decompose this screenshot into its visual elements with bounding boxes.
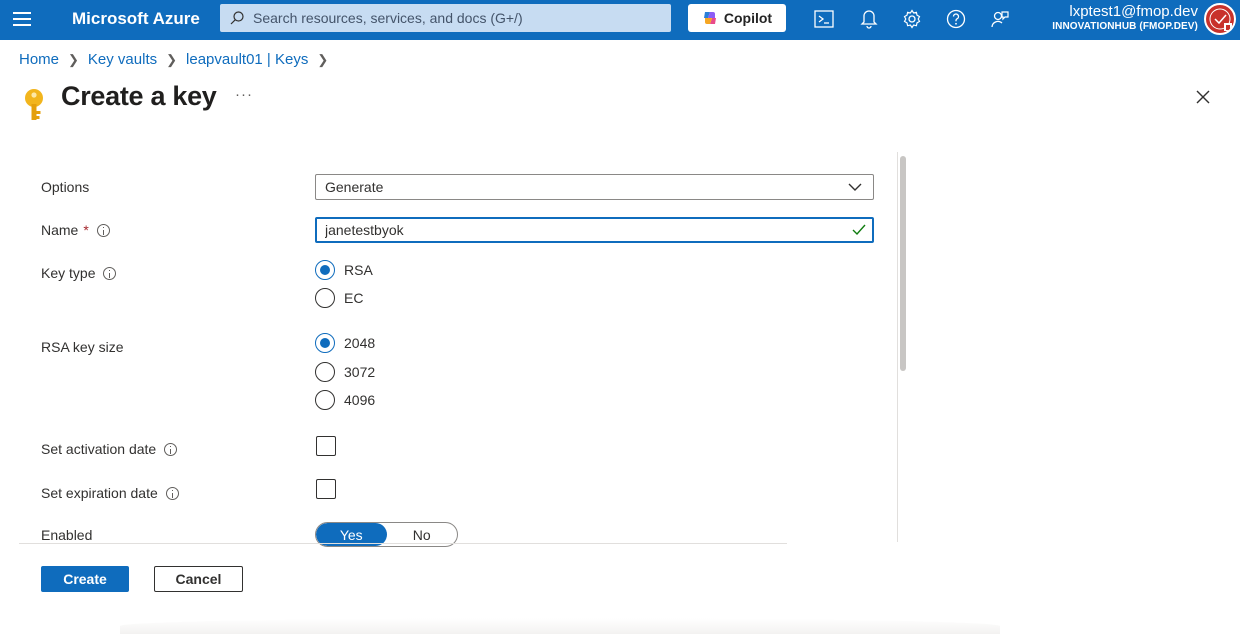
- avatar[interactable]: [1204, 3, 1236, 35]
- chevron-right-icon: ❯: [166, 51, 178, 67]
- search-input[interactable]: [253, 10, 663, 26]
- options-dropdown-value: Generate: [325, 179, 384, 195]
- radio-button[interactable]: [315, 390, 335, 410]
- info-icon[interactable]: [96, 223, 110, 237]
- hamburger-icon[interactable]: [13, 12, 33, 28]
- user-email: lxptest1@fmop.dev: [1069, 3, 1198, 20]
- breadcrumb: Home ❯ Key vaults ❯ leapvault01 | Keys ❯: [19, 51, 337, 68]
- page-title: Create a key: [61, 81, 217, 111]
- more-options-icon[interactable]: ···: [235, 86, 253, 103]
- expiration-date-label: Set expiration date: [41, 485, 179, 501]
- breadcrumb-home[interactable]: Home: [19, 51, 59, 68]
- activation-date-label: Set activation date: [41, 441, 178, 457]
- help-icon[interactable]: [945, 8, 967, 30]
- rsa-key-size-radio-4096[interactable]: 4096: [315, 390, 375, 410]
- options-dropdown[interactable]: Generate: [315, 174, 874, 200]
- rsa-key-size-radio-2048[interactable]: 2048: [315, 333, 375, 353]
- enabled-label: Enabled: [41, 527, 93, 543]
- info-icon[interactable]: [103, 266, 117, 280]
- expiration-date-checkbox[interactable]: [316, 479, 336, 499]
- name-label: Name *: [41, 222, 110, 238]
- required-asterisk: *: [83, 222, 89, 238]
- key-type-radio-ec[interactable]: EC: [315, 288, 363, 308]
- key-type-radio-rsa[interactable]: RSA: [315, 260, 373, 280]
- search-box[interactable]: [220, 4, 671, 32]
- notifications-icon[interactable]: [858, 8, 880, 30]
- copilot-icon: [703, 12, 716, 24]
- key-icon: [25, 89, 43, 120]
- user-tenant: INNOVATIONHUB (FMOP.DEV): [1052, 21, 1198, 32]
- chevron-right-icon: ❯: [317, 51, 329, 67]
- brand-title[interactable]: Microsoft Azure: [72, 9, 200, 29]
- info-icon[interactable]: [164, 442, 178, 456]
- settings-icon[interactable]: [901, 8, 923, 30]
- user-account[interactable]: lxptest1@fmop.dev INNOVATIONHUB (FMOP.DE…: [1052, 3, 1198, 34]
- cloud-shell-icon[interactable]: [813, 8, 835, 30]
- search-icon: [230, 11, 244, 25]
- cancel-button[interactable]: Cancel: [154, 566, 243, 592]
- rsa-key-size-label: RSA key size: [41, 339, 124, 355]
- activation-date-checkbox[interactable]: [316, 436, 336, 456]
- info-icon[interactable]: [165, 486, 179, 500]
- footer-divider: [19, 543, 787, 544]
- chevron-right-icon: ❯: [68, 51, 79, 67]
- breadcrumb-key-vaults[interactable]: Key vaults: [88, 51, 157, 68]
- chevron-down-icon: [848, 183, 862, 191]
- radio-button[interactable]: [315, 288, 335, 308]
- options-label: Options: [41, 179, 90, 195]
- close-icon[interactable]: [1195, 89, 1211, 105]
- copilot-button[interactable]: Copilot: [688, 4, 786, 32]
- scrollbar-thumb[interactable]: [900, 156, 906, 371]
- bottom-shadow: [120, 618, 1000, 634]
- rsa-key-size-radio-3072[interactable]: 3072: [315, 362, 375, 382]
- name-field[interactable]: [315, 217, 874, 243]
- radio-button[interactable]: [315, 333, 335, 353]
- breadcrumb-leapvault01-keys[interactable]: leapvault01 | Keys: [186, 51, 308, 68]
- name-input[interactable]: [325, 222, 845, 238]
- checkmark-icon: [852, 224, 866, 236]
- radio-button[interactable]: [315, 260, 335, 280]
- copilot-label: Copilot: [723, 10, 773, 26]
- key-type-label: Key type: [41, 265, 117, 281]
- feedback-icon[interactable]: [989, 8, 1011, 30]
- radio-button[interactable]: [315, 362, 335, 382]
- top-bar: Microsoft Azure Copilot lxptest1@fmop.de…: [0, 0, 1240, 40]
- create-button[interactable]: Create: [41, 566, 129, 592]
